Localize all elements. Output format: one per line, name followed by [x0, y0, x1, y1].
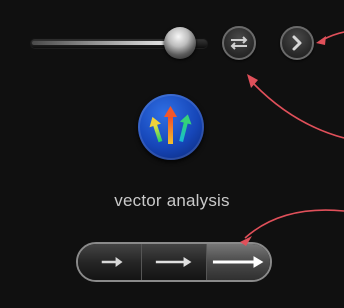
vector-analysis-app-icon[interactable] [138, 94, 204, 160]
annotation-arrow-next [321, 31, 344, 41]
segment-short-arrow[interactable] [78, 244, 143, 280]
next-button[interactable] [280, 26, 314, 60]
annotation-arrow-selector [244, 209, 344, 239]
annotation-arrow-swap [251, 81, 344, 139]
slider-fill [32, 41, 185, 45]
control-panel: vector analysis [0, 0, 344, 308]
app-label: vector analysis [114, 191, 230, 210]
arrow-length-selector[interactable] [76, 242, 272, 282]
segment-long-arrow[interactable] [206, 244, 270, 280]
segment-medium-arrow[interactable] [142, 244, 207, 280]
slider-thumb[interactable] [164, 27, 196, 59]
swap-button[interactable] [222, 26, 256, 60]
